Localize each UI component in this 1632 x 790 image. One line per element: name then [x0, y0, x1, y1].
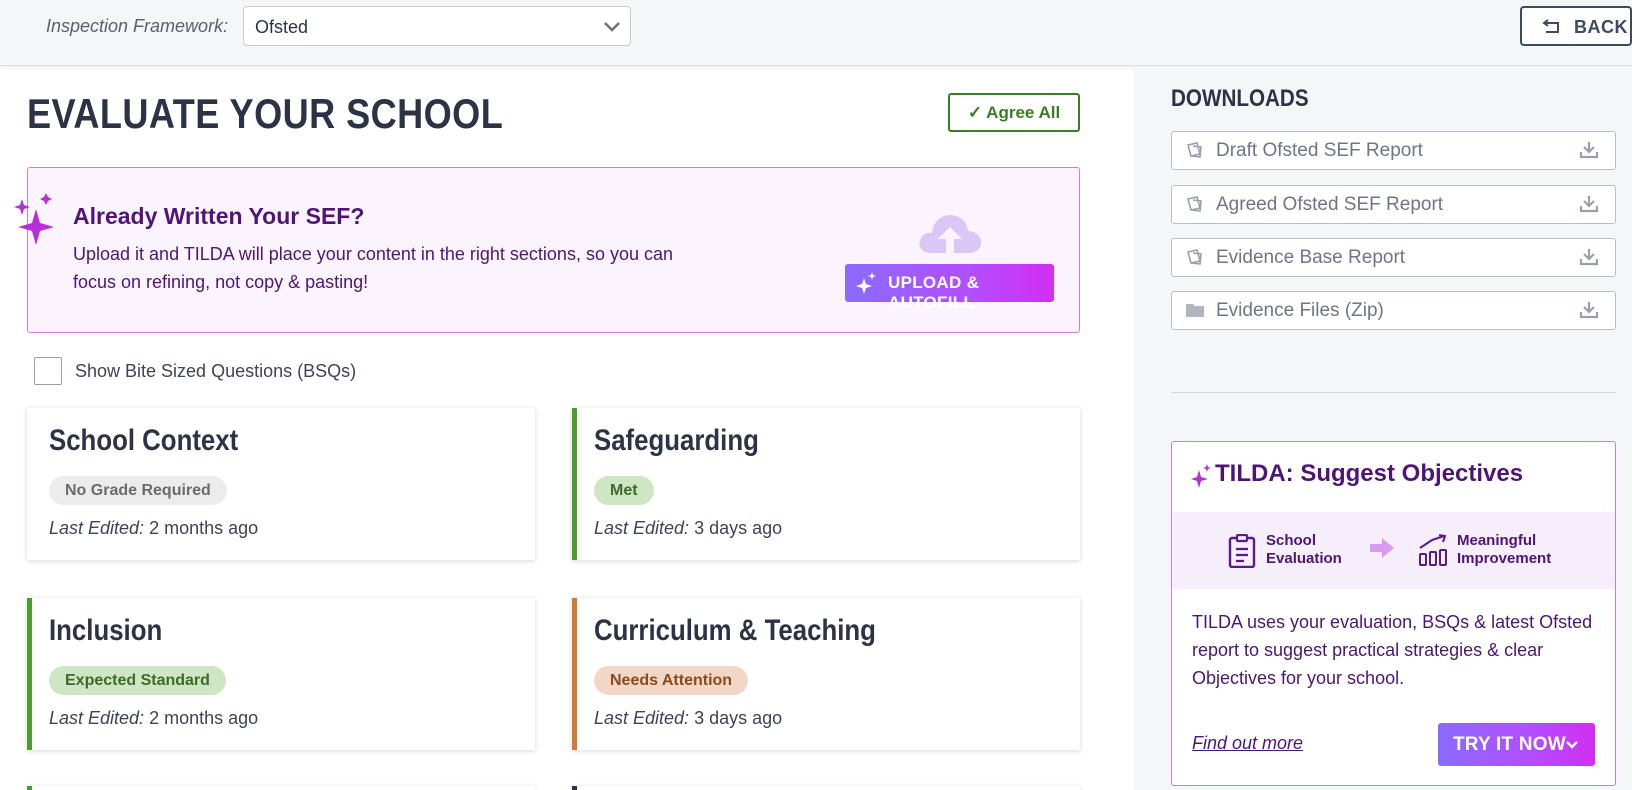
last-edited-value: 2 months ago [149, 708, 259, 728]
card-title: School Context [49, 424, 239, 457]
chevron-down-icon [1566, 741, 1578, 749]
tilda-description: TILDA uses your evaluation, BSQs & lates… [1192, 612, 1593, 688]
back-button[interactable]: BACK [1520, 6, 1632, 46]
download-icon [1579, 249, 1599, 266]
growth-chart-icon [1419, 534, 1447, 566]
clipboard-icon [1228, 534, 1256, 568]
document-icon [1187, 196, 1202, 212]
flow-to-line-2: Improvement [1457, 550, 1552, 567]
section-card-next[interactable] [572, 786, 1080, 790]
top-bar: Inspection Framework: Ofsted BACK [0, 0, 1632, 66]
last-edited: Last Edited: 2 months ago [49, 518, 258, 539]
flow-from-line-2: Evaluation [1266, 550, 1342, 567]
last-edited-label: Last Edited: [49, 708, 145, 728]
download-icon [1579, 142, 1599, 159]
flow-from-label: School Evaluation [1266, 532, 1342, 568]
sparkles-icon [1191, 464, 1211, 488]
tilda-title: TILDA: Suggest Objectives [1215, 460, 1524, 487]
download-icon [1579, 196, 1599, 213]
flow-to-line-1: Meaningful [1457, 532, 1537, 549]
sef-promo-description: Upload it and TILDA will place your cont… [73, 244, 674, 292]
arrow-right-icon [1370, 538, 1394, 558]
card-status-bar [572, 786, 577, 790]
upload-autofill-button[interactable]: UPLOAD & AUTOFILL [845, 264, 1054, 312]
find-out-more-link[interactable]: Find out more [1192, 733, 1303, 754]
status-badge: No Grade Required [49, 476, 227, 505]
download-evidence-files-zip[interactable]: Evidence Files (Zip) [1171, 291, 1616, 330]
download-label: Evidence Files (Zip) [1216, 300, 1384, 321]
sef-promo-title: Already Written Your SEF? [73, 203, 365, 229]
last-edited-value: 3 days ago [694, 518, 783, 538]
card-status-bar [572, 598, 577, 750]
panel-divider [1171, 392, 1616, 393]
agree-all-button[interactable]: ✓ Agree All [948, 93, 1080, 132]
download-label: Agreed Ofsted SEF Report [1216, 194, 1444, 215]
folder-icon [1186, 304, 1204, 317]
last-edited: Last Edited: 3 days ago [594, 708, 782, 729]
status-badge: Expected Standard [49, 666, 226, 695]
framework-select-value: Ofsted [255, 17, 309, 37]
flow-to-label: Meaningful Improvement [1457, 532, 1551, 568]
download-label: Evidence Base Report [1216, 247, 1406, 268]
last-edited: Last Edited: 3 days ago [594, 518, 782, 539]
download-icon [1579, 302, 1599, 319]
download-evidence-base-report[interactable]: Evidence Base Report [1171, 238, 1616, 277]
status-badge: Met [594, 476, 654, 505]
last-edited-label: Last Edited: [49, 518, 145, 538]
card-status-bar [27, 408, 32, 560]
downloads-title: DOWNLOADS [1171, 85, 1309, 112]
back-button-label: BACK [1574, 17, 1628, 37]
try-it-now-label: TRY IT NOW [1453, 734, 1566, 755]
framework-label: Inspection Framework: [46, 16, 229, 36]
section-card-inclusion[interactable]: Inclusion Expected Standard Last Edited:… [27, 598, 535, 750]
cloud-upload-icon [919, 215, 982, 253]
sparkles-icon [856, 272, 876, 294]
status-badge: Needs Attention [594, 666, 749, 695]
section-card-school-context[interactable]: School Context No Grade Required Last Ed… [27, 408, 535, 560]
card-status-bar [27, 786, 32, 790]
document-icon [1187, 142, 1202, 158]
download-agreed-sef-report[interactable]: Agreed Ofsted SEF Report [1171, 185, 1616, 224]
card-title: Safeguarding [594, 424, 759, 457]
download-draft-sef-report[interactable]: Draft Ofsted SEF Report [1171, 131, 1616, 170]
section-card-curriculum-teaching[interactable]: Curriculum & Teaching Needs Attention La… [572, 598, 1080, 750]
section-card-next[interactable] [27, 786, 535, 790]
card-status-bar [572, 408, 577, 560]
download-label: Draft Ofsted SEF Report [1216, 140, 1423, 161]
last-edited-label: Last Edited: [594, 518, 690, 538]
document-icon [1187, 249, 1202, 265]
framework-select[interactable]: Ofsted [243, 6, 631, 46]
last-edited-value: 2 months ago [149, 518, 259, 538]
card-status-bar [27, 598, 32, 750]
last-edited-value: 3 days ago [694, 708, 783, 728]
section-card-safeguarding[interactable]: Safeguarding Met Last Edited: 3 days ago [572, 408, 1080, 560]
page-title: EVALUATE YOUR SCHOOL [27, 90, 504, 137]
card-title: Inclusion [49, 614, 163, 647]
return-arrow-icon [1542, 19, 1559, 33]
last-edited: Last Edited: 2 months ago [49, 708, 258, 729]
upload-autofill-label: UPLOAD & AUTOFILL [888, 273, 980, 312]
bsq-checkbox[interactable] [34, 357, 62, 385]
bsq-checkbox-label: Show Bite Sized Questions (BSQs) [75, 361, 357, 381]
last-edited-label: Last Edited: [594, 708, 690, 728]
card-title: Curriculum & Teaching [594, 614, 876, 647]
try-it-now-button[interactable]: TRY IT NOW [1438, 723, 1595, 766]
chevron-down-icon [604, 22, 620, 32]
flow-from-line-1: School [1266, 532, 1317, 549]
sparkles-icon [14, 193, 54, 245]
